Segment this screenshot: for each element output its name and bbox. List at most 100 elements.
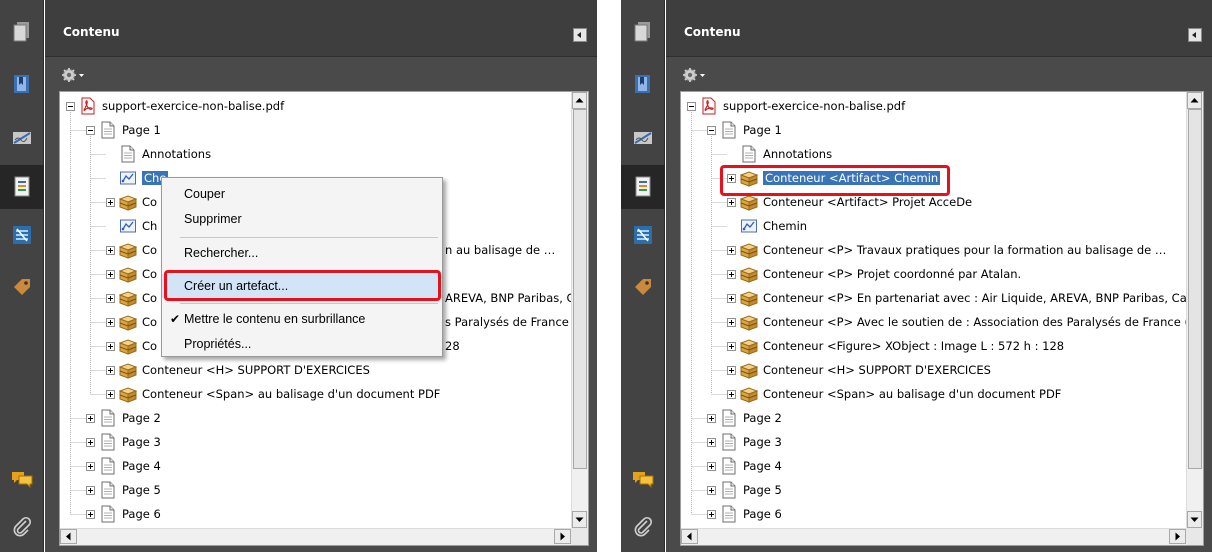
tree-item[interactable]: Conteneur <Span> au balisage d'un docume… xyxy=(106,382,440,406)
scroll-up-arrow[interactable] xyxy=(572,92,587,109)
expand-icon[interactable] xyxy=(727,365,736,375)
label-tag-icon[interactable] xyxy=(621,265,665,309)
tree-item[interactable]: Co xyxy=(106,238,157,262)
vertical-scrollbar[interactable] xyxy=(571,92,588,528)
tree-item[interactable]: Co xyxy=(106,286,157,310)
tree-item[interactable]: support-exercice-non-balise.pdf xyxy=(687,94,905,118)
expand-icon[interactable] xyxy=(707,509,716,519)
scroll-down-arrow[interactable] xyxy=(572,511,587,528)
menu-item-surbrillance[interactable]: ✔ Mettre le contenu en surbrillance xyxy=(162,307,442,331)
horizontal-scrollbar[interactable] xyxy=(681,528,1186,545)
expand-icon[interactable] xyxy=(106,245,115,255)
expand-icon[interactable] xyxy=(86,461,95,471)
tree-item[interactable]: Page 3 xyxy=(707,430,782,454)
pages-icon[interactable] xyxy=(0,10,44,54)
tree-item[interactable]: Ch xyxy=(106,214,157,238)
tree-item[interactable]: Co xyxy=(106,334,157,358)
expand-icon[interactable] xyxy=(727,341,736,351)
expand-icon[interactable] xyxy=(86,413,95,423)
tree-item[interactable]: Page 6 xyxy=(707,502,782,526)
expand-icon[interactable] xyxy=(727,317,736,327)
collapse-icon[interactable] xyxy=(86,125,95,135)
expand-icon[interactable] xyxy=(727,245,736,255)
tree-item[interactable]: Page 4 xyxy=(707,454,782,478)
tree-item[interactable]: Page 2 xyxy=(86,406,161,430)
tree-item[interactable]: Conteneur <P> En partenariat avec : Air … xyxy=(727,286,1186,310)
scroll-left-arrow[interactable] xyxy=(681,529,698,544)
scroll-up-arrow[interactable] xyxy=(1187,92,1202,109)
bookmarks-icon[interactable] xyxy=(0,62,44,106)
tags-icon[interactable] xyxy=(621,213,665,257)
expand-icon[interactable] xyxy=(106,317,115,327)
collapse-icon[interactable] xyxy=(66,101,75,111)
tree-item[interactable]: Conteneur <P> Travaux pratiques pour la … xyxy=(727,238,1166,262)
signatures-icon[interactable] xyxy=(0,116,44,160)
scroll-right-arrow[interactable] xyxy=(1169,529,1186,544)
tree-item[interactable]: Conteneur <H> SUPPORT D'EXERCICES xyxy=(106,358,370,382)
expand-icon[interactable] xyxy=(86,485,95,495)
collapse-icon[interactable] xyxy=(687,101,696,111)
horizontal-scrollbar[interactable] xyxy=(60,528,571,545)
tree-item[interactable]: Annotations xyxy=(106,142,211,166)
expand-icon[interactable] xyxy=(707,461,716,471)
tree-item[interactable]: Che xyxy=(106,166,169,190)
collapse-icon[interactable] xyxy=(707,125,716,135)
tree-item[interactable]: Page 5 xyxy=(86,478,161,502)
expand-icon[interactable] xyxy=(106,197,115,207)
tree-item[interactable]: Page 5 xyxy=(707,478,782,502)
menu-item-rechercher[interactable]: Rechercher... xyxy=(162,241,442,265)
tree-item[interactable]: Conteneur <P> Projet coordonné par Atala… xyxy=(727,262,1021,286)
options-menu-button[interactable] xyxy=(61,66,89,84)
scroll-right-arrow[interactable] xyxy=(554,529,571,544)
expand-icon[interactable] xyxy=(727,269,736,279)
tree-item[interactable]: Conteneur <H> SUPPORT D'EXERCICES xyxy=(727,358,991,382)
attachments-icon[interactable] xyxy=(0,505,44,549)
tree-item[interactable]: support-exercice-non-balise.pdf xyxy=(66,94,284,118)
tree-item[interactable]: Page 3 xyxy=(86,430,161,454)
expand-icon[interactable] xyxy=(707,485,716,495)
tree-item[interactable]: Conteneur <Span> au balisage d'un docume… xyxy=(727,382,1061,406)
expand-icon[interactable] xyxy=(727,197,736,207)
tree-item[interactable]: Annotations xyxy=(727,142,832,166)
content-panel-icon[interactable] xyxy=(621,165,665,209)
comments-icon[interactable] xyxy=(621,457,665,501)
tree-item[interactable]: Co xyxy=(106,310,157,334)
tags-icon[interactable] xyxy=(0,213,44,257)
content-panel-icon[interactable] xyxy=(0,165,44,209)
expand-icon[interactable] xyxy=(727,293,736,303)
label-tag-icon[interactable] xyxy=(0,265,44,309)
scroll-thumb[interactable] xyxy=(1188,109,1202,469)
attachments-icon[interactable] xyxy=(621,505,665,549)
scroll-down-arrow[interactable] xyxy=(1187,511,1202,528)
tree-item[interactable]: Page 1 xyxy=(707,118,782,142)
tree-item[interactable]: Page 1 xyxy=(86,118,161,142)
vertical-scrollbar[interactable] xyxy=(1186,92,1203,528)
expand-icon[interactable] xyxy=(106,293,115,303)
pages-icon[interactable] xyxy=(621,10,665,54)
expand-icon[interactable] xyxy=(106,365,115,375)
expand-icon[interactable] xyxy=(727,389,736,399)
tree-item[interactable]: Co xyxy=(106,190,157,214)
expand-icon[interactable] xyxy=(707,437,716,447)
scroll-left-arrow[interactable] xyxy=(60,529,77,544)
tree-item[interactable]: Conteneur <Figure> XObject : Image L : 5… xyxy=(727,334,1064,358)
scroll-thumb[interactable] xyxy=(573,109,587,469)
menu-item-couper[interactable]: Couper xyxy=(162,182,442,206)
tree-item[interactable]: Page 4 xyxy=(86,454,161,478)
signatures-icon[interactable] xyxy=(621,116,665,160)
expand-icon[interactable] xyxy=(106,389,115,399)
tree-item[interactable]: Conteneur <P> Avec le soutien de : Assoc… xyxy=(727,310,1186,334)
comments-icon[interactable] xyxy=(0,457,44,501)
tree-item[interactable]: Co xyxy=(106,262,157,286)
options-menu-button[interactable] xyxy=(682,66,710,84)
tree-item[interactable]: Page 6 xyxy=(86,502,161,526)
tree-item[interactable]: Chemin xyxy=(727,214,807,238)
tree-item[interactable]: Page 2 xyxy=(707,406,782,430)
collapse-panel-button[interactable] xyxy=(1188,28,1202,42)
collapse-panel-button[interactable] xyxy=(573,28,587,42)
expand-icon[interactable] xyxy=(106,341,115,351)
expand-icon[interactable] xyxy=(106,269,115,279)
expand-icon[interactable] xyxy=(707,413,716,423)
menu-item-proprietes[interactable]: Propriétés... xyxy=(162,332,442,356)
expand-icon[interactable] xyxy=(86,509,95,519)
